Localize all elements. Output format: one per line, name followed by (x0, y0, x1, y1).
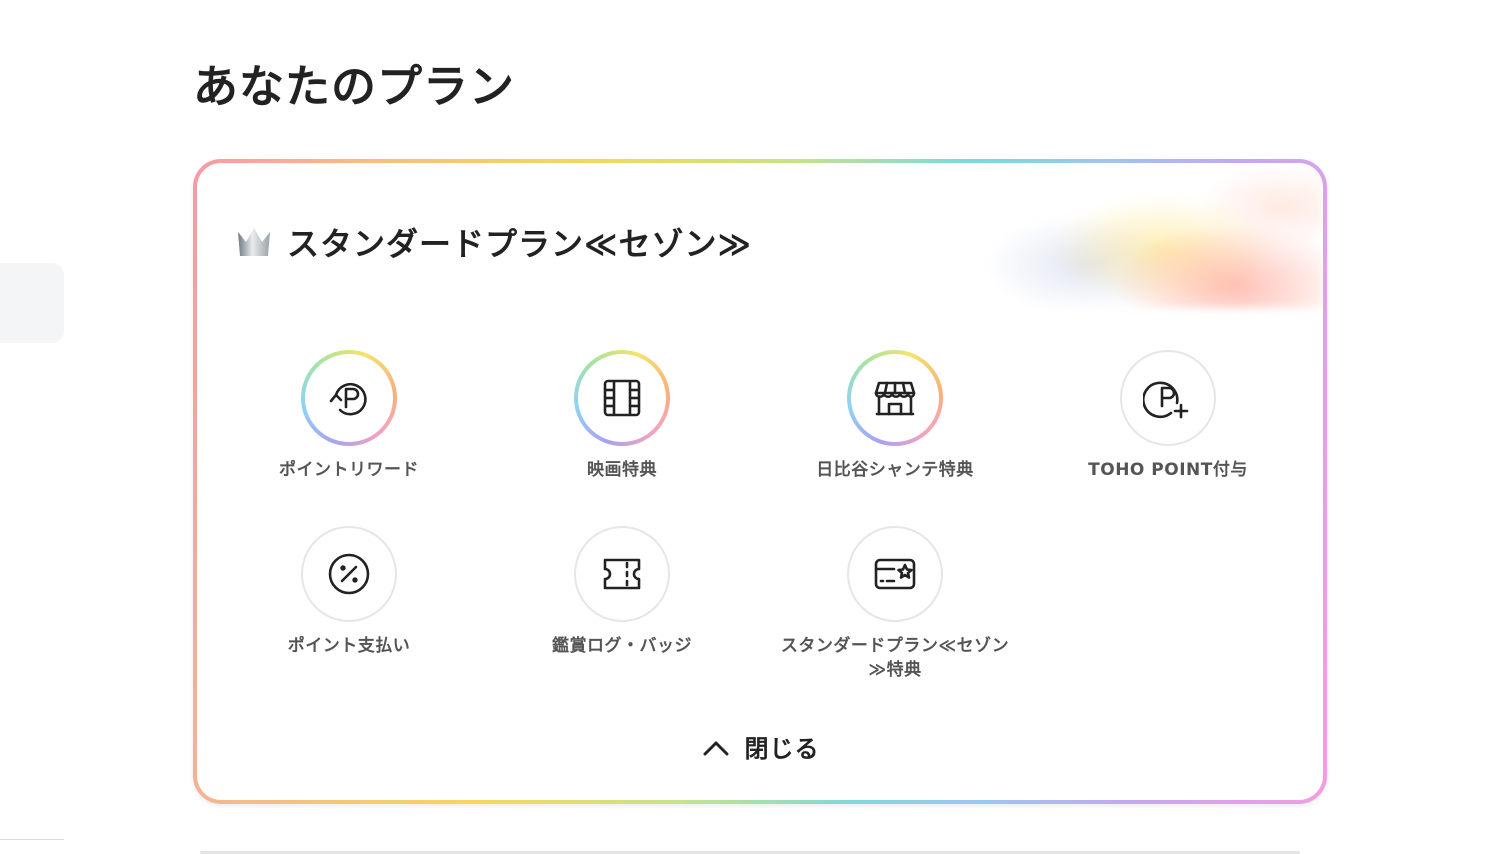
benefit-label: 鑑賞ログ・バッジ (552, 636, 692, 656)
close-row: 閉じる (197, 729, 1323, 764)
benefit-point-reward[interactable]: ポイントリワード (219, 350, 479, 482)
benefit-label: ポイント支払い (287, 636, 411, 656)
benefit-toho-point[interactable]: TOHO POINT付与 (1038, 350, 1298, 482)
close-label: 閉じる (744, 735, 820, 763)
benefit-icon-frame (574, 350, 670, 446)
benefit-standard-season[interactable]: スタンダードプラン≪セゾン≫特典 (765, 526, 1025, 682)
percent-icon (328, 553, 370, 595)
film-icon (603, 379, 641, 417)
benefit-icon-frame (1120, 350, 1216, 446)
benefit-hibiya-chanter[interactable]: 日比谷シャンテ特典 (765, 350, 1025, 482)
plan-card-body: スタンダードプラン≪セゾン≫ ポイントリワード 映画特典 日比谷シャンテ特典 T… (197, 163, 1323, 800)
benefit-label: 日比谷シャンテ特典 (816, 460, 974, 480)
ticket-icon (603, 558, 641, 590)
benefit-point-payment[interactable]: ポイント支払い (219, 526, 479, 658)
point-reward-icon (329, 382, 367, 416)
benefit-icon-frame (301, 526, 397, 622)
side-divider (0, 839, 64, 840)
benefit-icon-frame (847, 526, 943, 622)
benefit-grid: ポイントリワード 映画特典 日比谷シャンテ特典 TOHO POINT付与 ポイン… (197, 163, 1323, 800)
benefit-viewing-log[interactable]: 鑑賞ログ・バッジ (492, 526, 752, 658)
benefit-label: ポイントリワード (279, 460, 419, 480)
close-button[interactable]: 閉じる (701, 729, 820, 764)
side-panel-tab[interactable] (0, 263, 64, 343)
benefit-icon-frame (301, 350, 397, 446)
store-icon (874, 381, 916, 416)
card-star-icon (874, 558, 916, 590)
point-plus-icon (1143, 381, 1189, 419)
page-title: あなたのプラン (193, 60, 516, 113)
benefit-label: TOHO POINT付与 (1088, 460, 1248, 480)
chevron-up-icon (703, 741, 728, 755)
benefit-label: スタンダードプラン≪セゾン≫特典 (780, 636, 1010, 680)
benefit-movie[interactable]: 映画特典 (492, 350, 752, 482)
plan-card: スタンダードプラン≪セゾン≫ ポイントリワード 映画特典 日比谷シャンテ特典 T… (193, 159, 1327, 804)
benefit-icon-frame (574, 526, 670, 622)
benefit-icon-frame (847, 350, 943, 446)
benefit-label: 映画特典 (587, 460, 657, 480)
